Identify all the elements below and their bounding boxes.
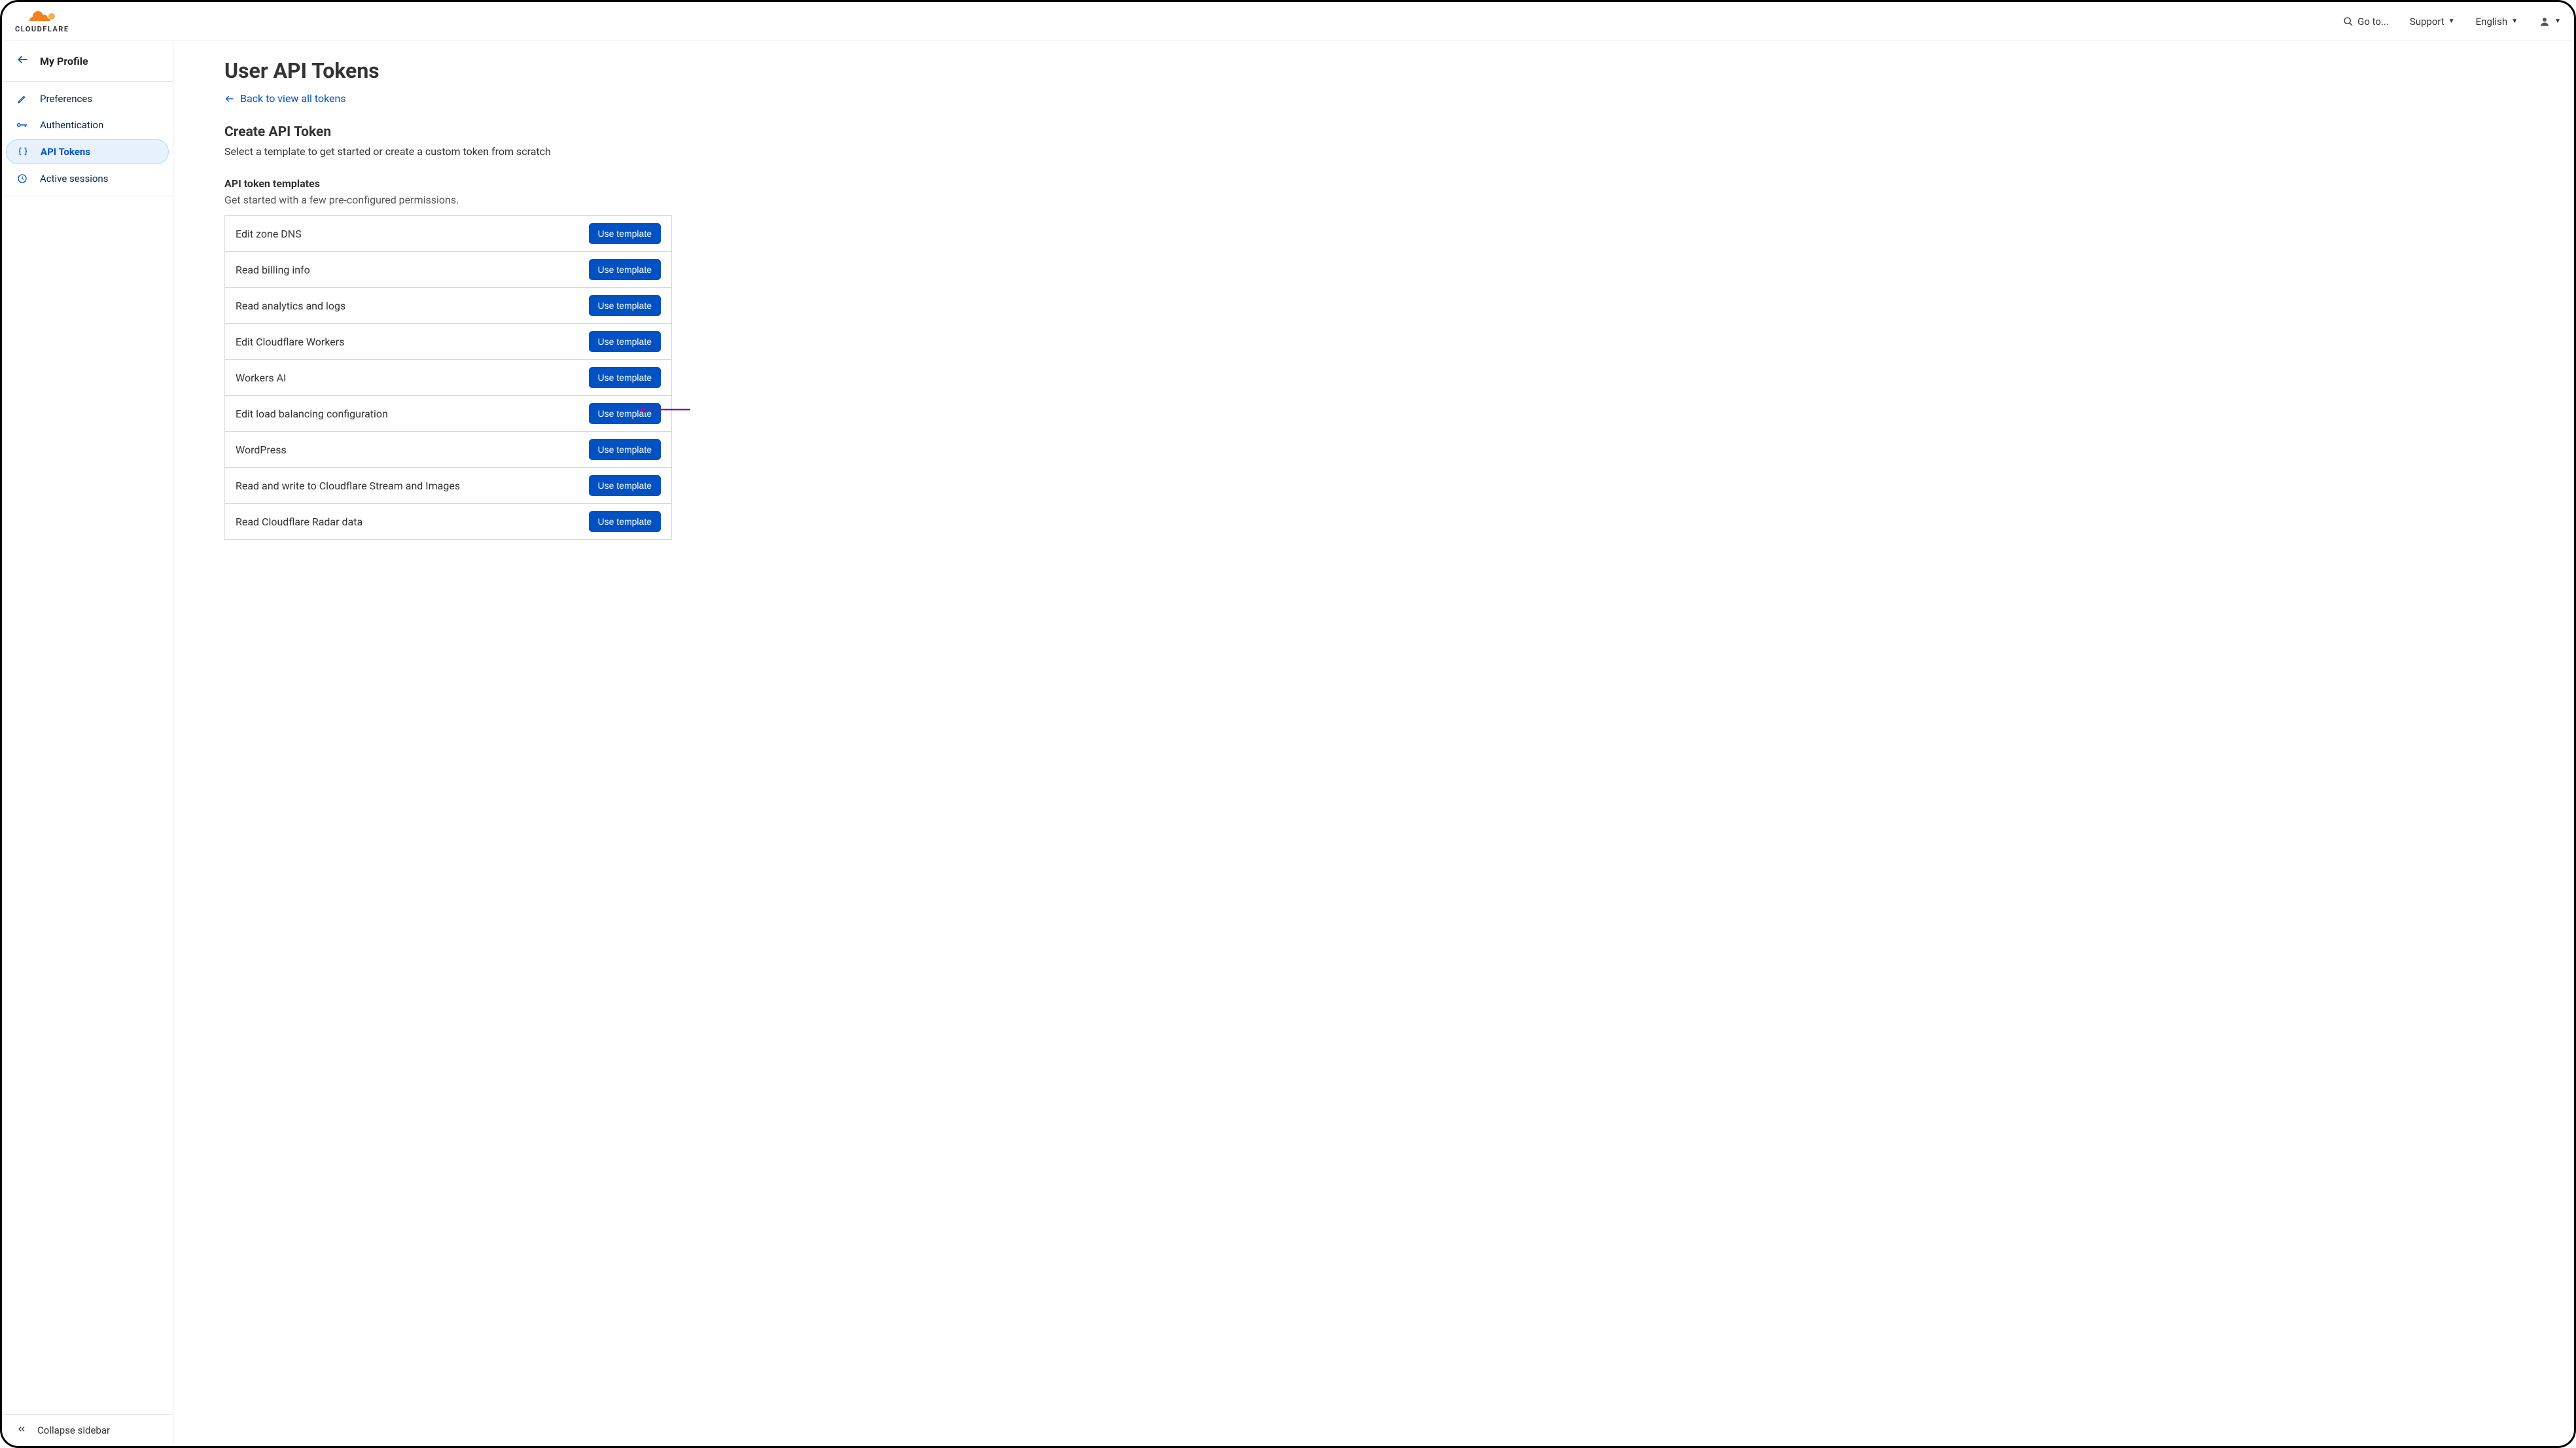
caret-down-icon: ▼ <box>2554 18 2561 25</box>
caret-down-icon: ▼ <box>2448 18 2455 25</box>
template-row: Edit Cloudflare Workers Use template <box>225 324 671 360</box>
goto-search[interactable]: Go to... <box>2343 16 2389 27</box>
cloud-icon <box>24 9 60 26</box>
template-row: Read Cloudflare Radar data Use template <box>225 504 671 539</box>
sidebar-header: My Profile <box>2 41 173 82</box>
annotation-arrow-icon <box>638 404 690 417</box>
templates-title: API token templates <box>224 177 2523 190</box>
goto-label: Go to... <box>2357 16 2389 27</box>
template-name: Workers AI <box>236 372 286 384</box>
support-menu[interactable]: Support ▼ <box>2410 16 2455 27</box>
templates-desc: Get started with a few pre-configured pe… <box>224 194 2523 206</box>
nav-label: Authentication <box>40 119 103 131</box>
caret-down-icon: ▼ <box>2511 18 2518 25</box>
sidebar-item-preferences[interactable]: Preferences <box>2 86 173 112</box>
template-name: Edit load balancing configuration <box>236 408 388 420</box>
template-row: Read billing info Use template <box>225 252 671 288</box>
template-row: Edit load balancing configuration Use te… <box>225 396 671 432</box>
body: My Profile Preferences Authentication <box>2 41 2574 1446</box>
brand-text: CLOUDFLARE <box>15 25 69 33</box>
template-name: Read billing info <box>236 264 310 276</box>
topbar: CLOUDFLARE Go to... Support ▼ English ▼ … <box>2 2 2574 41</box>
template-row: Read and write to Cloudflare Stream and … <box>225 468 671 504</box>
sidebar-item-authentication[interactable]: Authentication <box>2 112 173 138</box>
use-template-button[interactable]: Use template <box>589 331 661 352</box>
topbar-right: Go to... Support ▼ English ▼ ▼ <box>2343 16 2561 27</box>
app-frame: CLOUDFLARE Go to... Support ▼ English ▼ … <box>0 0 2576 1448</box>
page-title: User API Tokens <box>224 58 2523 83</box>
template-row: Edit zone DNS Use template <box>225 216 671 252</box>
key-icon <box>16 120 28 130</box>
sidebar-nav: Preferences Authentication API Tokens <box>2 82 173 196</box>
sidebar: My Profile Preferences Authentication <box>2 41 173 1446</box>
template-name: Read Cloudflare Radar data <box>236 516 362 528</box>
collapse-icon <box>16 1424 27 1437</box>
template-name: Read analytics and logs <box>236 300 345 312</box>
template-row: Read analytics and logs Use template <box>225 288 671 324</box>
arrow-left-icon <box>224 94 235 104</box>
use-template-button[interactable]: Use template <box>589 475 661 496</box>
collapse-label: Collapse sidebar <box>37 1424 110 1436</box>
user-icon <box>2539 16 2550 27</box>
section-title: Create API Token <box>224 124 2523 140</box>
back-link-label: Back to view all tokens <box>240 92 346 105</box>
template-row: WordPress Use template <box>225 432 671 468</box>
collapse-sidebar-button[interactable]: Collapse sidebar <box>2 1414 173 1446</box>
template-name: Read and write to Cloudflare Stream and … <box>236 480 460 492</box>
user-menu[interactable]: ▼ <box>2539 16 2561 27</box>
template-list: Edit zone DNS Use template Read billing … <box>224 215 672 540</box>
template-name: Edit Cloudflare Workers <box>236 336 344 348</box>
back-arrow-icon[interactable] <box>16 53 29 69</box>
support-label: Support <box>2410 16 2444 27</box>
pencil-icon <box>16 94 28 104</box>
use-template-button[interactable]: Use template <box>589 259 661 280</box>
use-template-button[interactable]: Use template <box>589 223 661 244</box>
search-icon <box>2343 16 2354 27</box>
braces-icon <box>17 147 29 157</box>
sidebar-item-api-tokens[interactable]: API Tokens <box>6 139 169 164</box>
use-template-button[interactable]: Use template <box>589 295 661 316</box>
nav-label: API Tokens <box>41 146 90 158</box>
sidebar-title: My Profile <box>40 55 88 67</box>
sidebar-item-active-sessions[interactable]: Active sessions <box>2 166 173 192</box>
main-content: User API Tokens Back to view all tokens … <box>173 41 2574 1446</box>
template-name: Edit zone DNS <box>236 228 302 240</box>
use-template-button[interactable]: Use template <box>589 367 661 388</box>
template-name: WordPress <box>236 444 287 456</box>
language-menu[interactable]: English ▼ <box>2476 16 2518 27</box>
template-row: Workers AI Use template <box>225 360 671 396</box>
back-to-tokens-link[interactable]: Back to view all tokens <box>224 92 346 105</box>
brand-logo[interactable]: CLOUDFLARE <box>15 9 69 33</box>
section-desc: Select a template to get started or crea… <box>224 145 2523 158</box>
use-template-button[interactable]: Use template <box>589 439 661 460</box>
nav-label: Active sessions <box>40 173 108 185</box>
use-template-button[interactable]: Use template <box>589 511 661 532</box>
nav-label: Preferences <box>40 93 92 105</box>
clock-icon <box>16 173 28 184</box>
language-label: English <box>2476 16 2508 27</box>
